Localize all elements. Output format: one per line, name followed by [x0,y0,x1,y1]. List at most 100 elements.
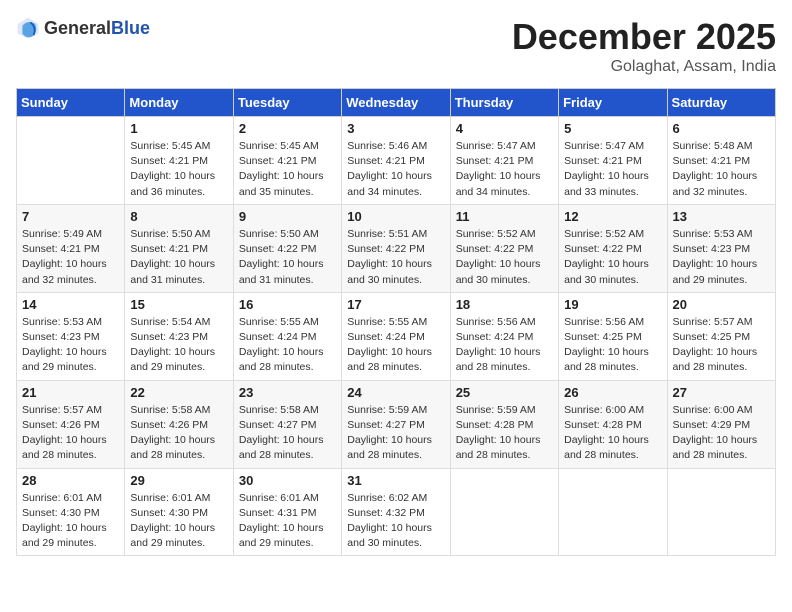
day-number: 7 [22,209,119,224]
day-of-week-header: Tuesday [233,89,341,117]
calendar-cell: 1 Sunrise: 5:45 AMSunset: 4:21 PMDaylight… [125,117,233,205]
day-of-week-header: Thursday [450,89,558,117]
calendar-cell: 29 Sunrise: 6:01 AMSunset: 4:30 PMDayligh… [125,468,233,556]
day-info: Sunrise: 5:56 AMSunset: 4:24 PMDaylight:… [456,315,553,376]
day-info: Sunrise: 5:52 AMSunset: 4:22 PMDaylight:… [564,227,661,288]
day-number: 8 [130,209,227,224]
day-number: 15 [130,297,227,312]
day-number: 19 [564,297,661,312]
day-info: Sunrise: 5:53 AMSunset: 4:23 PMDaylight:… [673,227,770,288]
calendar-header-row: SundayMondayTuesdayWednesdayThursdayFrid… [17,89,776,117]
day-info: Sunrise: 5:45 AMSunset: 4:21 PMDaylight:… [239,139,336,200]
day-info: Sunrise: 5:58 AMSunset: 4:27 PMDaylight:… [239,403,336,464]
day-number: 23 [239,385,336,400]
calendar-cell: 30Sunrise: 6:01 AMSunset: 4:31 PMDayligh… [233,468,341,556]
calendar-week-row: 28 Sunrise: 6:01 AMSunset: 4:30 PMDayligh… [17,468,776,556]
day-number: 28 [22,473,119,488]
month-title: December 2025 [512,16,776,58]
day-number: 29 [130,473,227,488]
page-header: GeneralBlue December 2025 Golaghat, Assa… [16,16,776,76]
calendar-week-row: 1 Sunrise: 5:45 AMSunset: 4:21 PMDaylight… [17,117,776,205]
day-info: Sunrise: 5:53 AMSunset: 4:23 PMDaylight:… [22,315,119,376]
calendar-cell: 5Sunrise: 5:47 AMSunset: 4:21 PMDaylight… [559,117,667,205]
calendar-cell: 13 Sunrise: 5:53 AMSunset: 4:23 PMDayligh… [667,204,775,292]
calendar-cell: 3Sunrise: 5:46 AMSunset: 4:21 PMDaylight… [342,117,450,205]
day-number: 3 [347,121,444,136]
day-info: Sunrise: 5:55 AMSunset: 4:24 PMDaylight:… [239,315,336,376]
calendar-cell: 9Sunrise: 5:50 AMSunset: 4:22 PMDaylight… [233,204,341,292]
logo-icon [16,16,40,40]
calendar-table: SundayMondayTuesdayWednesdayThursdayFrid… [16,88,776,556]
day-number: 22 [130,385,227,400]
day-of-week-header: Monday [125,89,233,117]
calendar-cell: 11 Sunrise: 5:52 AMSunset: 4:22 PMDayligh… [450,204,558,292]
day-number: 4 [456,121,553,136]
calendar-cell: 12 Sunrise: 5:52 AMSunset: 4:22 PMDayligh… [559,204,667,292]
day-info: Sunrise: 5:54 AMSunset: 4:23 PMDaylight:… [130,315,227,376]
day-info: Sunrise: 5:48 AMSunset: 4:21 PMDaylight:… [673,139,770,200]
day-number: 18 [456,297,553,312]
day-number: 16 [239,297,336,312]
calendar-cell: 19 Sunrise: 5:56 AMSunset: 4:25 PMDayligh… [559,292,667,380]
day-number: 27 [673,385,770,400]
day-number: 21 [22,385,119,400]
calendar-cell: 31Sunrise: 6:02 AMSunset: 4:32 PMDayligh… [342,468,450,556]
day-info: Sunrise: 5:50 AMSunset: 4:21 PMDaylight:… [130,227,227,288]
calendar-cell: 22 Sunrise: 5:58 AMSunset: 4:26 PMDayligh… [125,380,233,468]
day-info: Sunrise: 5:55 AMSunset: 4:24 PMDaylight:… [347,315,444,376]
day-number: 20 [673,297,770,312]
location-title: Golaghat, Assam, India [512,58,776,76]
day-info: Sunrise: 5:45 AMSunset: 4:21 PMDaylight:… [130,139,227,200]
calendar-week-row: 21Sunrise: 5:57 AMSunset: 4:26 PMDayligh… [17,380,776,468]
logo-blue: Blue [111,18,150,38]
day-number: 11 [456,209,553,224]
day-info: Sunrise: 5:58 AMSunset: 4:26 PMDaylight:… [130,403,227,464]
day-info: Sunrise: 6:01 AMSunset: 4:30 PMDaylight:… [130,491,227,552]
calendar-cell: 6 Sunrise: 5:48 AMSunset: 4:21 PMDaylight… [667,117,775,205]
day-number: 5 [564,121,661,136]
calendar-cell: 26Sunrise: 6:00 AMSunset: 4:28 PMDayligh… [559,380,667,468]
logo: GeneralBlue [16,16,150,40]
day-number: 17 [347,297,444,312]
calendar-cell: 15 Sunrise: 5:54 AMSunset: 4:23 PMDayligh… [125,292,233,380]
day-number: 12 [564,209,661,224]
day-number: 10 [347,209,444,224]
day-of-week-header: Sunday [17,89,125,117]
day-info: Sunrise: 6:01 AMSunset: 4:31 PMDaylight:… [239,491,336,552]
day-of-week-header: Wednesday [342,89,450,117]
calendar-cell: 16 Sunrise: 5:55 AMSunset: 4:24 PMDayligh… [233,292,341,380]
calendar-cell [17,117,125,205]
day-info: Sunrise: 5:56 AMSunset: 4:25 PMDaylight:… [564,315,661,376]
calendar-week-row: 7 Sunrise: 5:49 AMSunset: 4:21 PMDaylight… [17,204,776,292]
calendar-cell: 20 Sunrise: 5:57 AMSunset: 4:25 PMDayligh… [667,292,775,380]
day-info: Sunrise: 5:57 AMSunset: 4:25 PMDaylight:… [673,315,770,376]
calendar-cell: 23 Sunrise: 5:58 AMSunset: 4:27 PMDayligh… [233,380,341,468]
calendar-cell: 25Sunrise: 5:59 AMSunset: 4:28 PMDayligh… [450,380,558,468]
day-number: 26 [564,385,661,400]
day-info: Sunrise: 6:02 AMSunset: 4:32 PMDaylight:… [347,491,444,552]
day-info: Sunrise: 5:59 AMSunset: 4:28 PMDaylight:… [456,403,553,464]
day-number: 2 [239,121,336,136]
calendar-cell: 24 Sunrise: 5:59 AMSunset: 4:27 PMDayligh… [342,380,450,468]
day-info: Sunrise: 5:47 AMSunset: 4:21 PMDaylight:… [456,139,553,200]
calendar-cell: 8 Sunrise: 5:50 AMSunset: 4:21 PMDaylight… [125,204,233,292]
calendar-cell: 17 Sunrise: 5:55 AMSunset: 4:24 PMDayligh… [342,292,450,380]
calendar-cell: 28Sunrise: 6:01 AMSunset: 4:30 PMDayligh… [17,468,125,556]
day-number: 14 [22,297,119,312]
day-of-week-header: Friday [559,89,667,117]
day-info: Sunrise: 5:52 AMSunset: 4:22 PMDaylight:… [456,227,553,288]
calendar-week-row: 14 Sunrise: 5:53 AMSunset: 4:23 PMDayligh… [17,292,776,380]
day-number: 6 [673,121,770,136]
day-info: Sunrise: 6:00 AMSunset: 4:29 PMDaylight:… [673,403,770,464]
calendar-cell: 14 Sunrise: 5:53 AMSunset: 4:23 PMDayligh… [17,292,125,380]
day-info: Sunrise: 5:51 AMSunset: 4:22 PMDaylight:… [347,227,444,288]
calendar-cell [667,468,775,556]
day-number: 13 [673,209,770,224]
calendar-cell: 4 Sunrise: 5:47 AMSunset: 4:21 PMDaylight… [450,117,558,205]
day-number: 24 [347,385,444,400]
calendar-cell [450,468,558,556]
day-number: 1 [130,121,227,136]
day-info: Sunrise: 5:49 AMSunset: 4:21 PMDaylight:… [22,227,119,288]
day-info: Sunrise: 5:59 AMSunset: 4:27 PMDaylight:… [347,403,444,464]
calendar-cell: 7 Sunrise: 5:49 AMSunset: 4:21 PMDaylight… [17,204,125,292]
